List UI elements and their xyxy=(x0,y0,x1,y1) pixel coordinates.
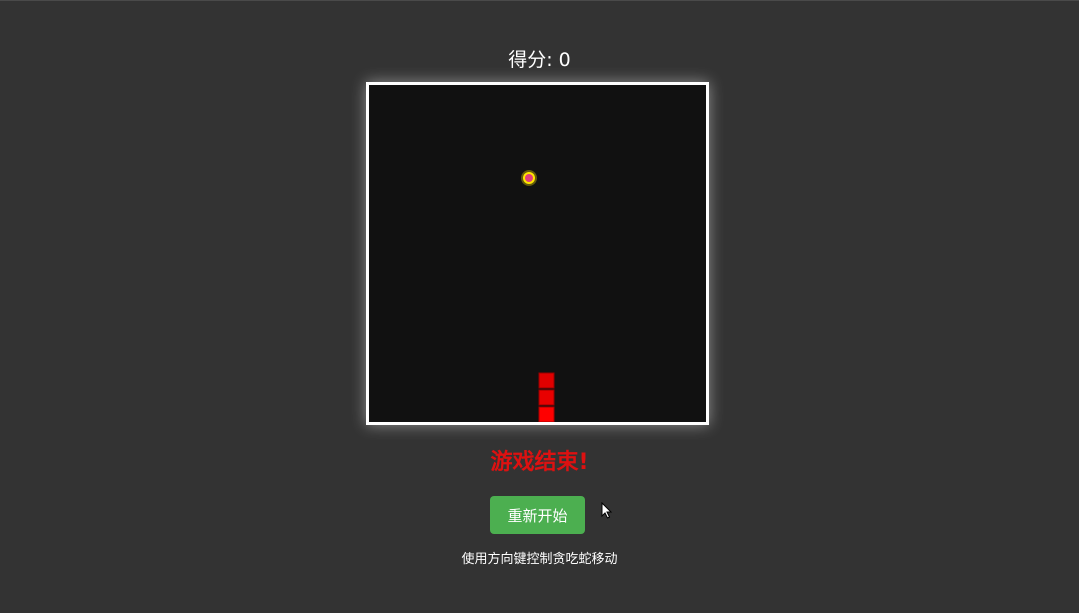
game-board xyxy=(366,82,709,425)
snake-segment-body xyxy=(538,389,555,406)
food-core xyxy=(525,174,533,182)
game-canvas xyxy=(369,85,706,422)
snake xyxy=(538,372,555,422)
score-display: 得分: 0 xyxy=(508,49,571,71)
game-page: 得分: 0 游戏结束! 重新开始 使用方向键控制贪吃蛇移动 xyxy=(0,0,1079,613)
food-item xyxy=(521,170,537,186)
snake-segment-head xyxy=(538,406,555,422)
game-over-message: 游戏结束! xyxy=(490,450,589,475)
board-background xyxy=(369,85,706,422)
restart-button[interactable]: 重新开始 xyxy=(490,496,585,534)
instructions-text: 使用方向键控制贪吃蛇移动 xyxy=(461,552,618,567)
snake-segment-tail xyxy=(538,372,555,389)
mouse-cursor-icon xyxy=(601,502,613,519)
